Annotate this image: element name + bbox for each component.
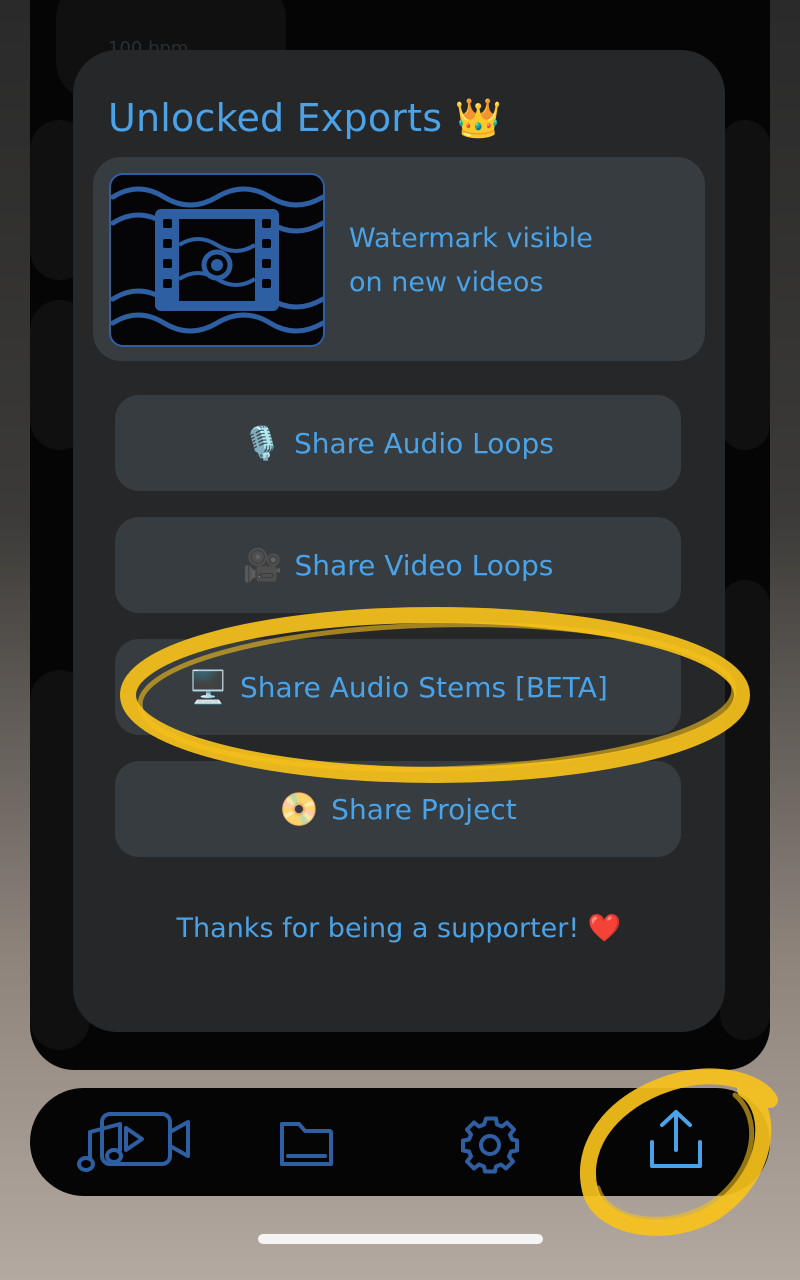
share-audio-loops-label: Share Audio Loops: [293, 426, 554, 460]
folder-icon: [280, 1122, 333, 1166]
share-video-loops-button[interactable]: 🎥 Share Video Loops: [115, 517, 681, 613]
tab-projects[interactable]: [255, 1106, 355, 1178]
share-project-button[interactable]: 📀 Share Project: [115, 761, 681, 857]
bg-card-right-4: [720, 580, 770, 1040]
share-project-label: Share Project: [331, 792, 517, 826]
gear-icon: [461, 1116, 519, 1174]
microphone-icon: 🎙️: [242, 424, 282, 462]
share-icon: [650, 1110, 702, 1168]
watermark-banner[interactable]: Watermark visible on new videos: [93, 157, 705, 361]
watermark-line1: Watermark visible: [349, 223, 593, 254]
video-camera-icon: 🎥: [242, 546, 283, 584]
share-audio-stems-label: Share Audio Stems [BETA]: [240, 670, 608, 704]
supporter-text: Thanks for being a supporter!: [176, 913, 580, 944]
supporter-message: Thanks for being a supporter! ❤️: [73, 912, 725, 944]
music-video-icon: [77, 1112, 190, 1172]
tab-bar: [30, 1088, 770, 1196]
sheet-title-text: Unlocked Exports: [108, 96, 443, 140]
tab-share[interactable]: [626, 1106, 726, 1178]
bg-card-right-2: [720, 120, 770, 450]
crown-icon: 👑: [454, 96, 503, 140]
watermark-line2: on new videos: [349, 267, 544, 298]
tab-music-video[interactable]: [74, 1104, 214, 1176]
share-audio-stems-button[interactable]: 🖥️ Share Audio Stems [BETA]: [115, 639, 681, 735]
tab-settings[interactable]: [440, 1106, 540, 1178]
home-indicator[interactable]: [258, 1234, 543, 1244]
sheet-title: Unlocked Exports 👑: [108, 96, 502, 141]
unlocked-exports-sheet: Unlocked Exports 👑 Watermark visible on …: [73, 50, 725, 1032]
heart-icon: ❤️: [587, 913, 622, 944]
share-audio-loops-button[interactable]: 🎙️ Share Audio Loops: [115, 395, 681, 491]
watermark-status-text: Watermark visible on new videos: [349, 217, 593, 305]
watermark-film-icon: [109, 173, 325, 347]
dvd-icon: 📀: [279, 790, 320, 828]
desktop-computer-icon: 🖥️: [188, 668, 229, 706]
share-video-loops-label: Share Video Loops: [294, 548, 554, 582]
